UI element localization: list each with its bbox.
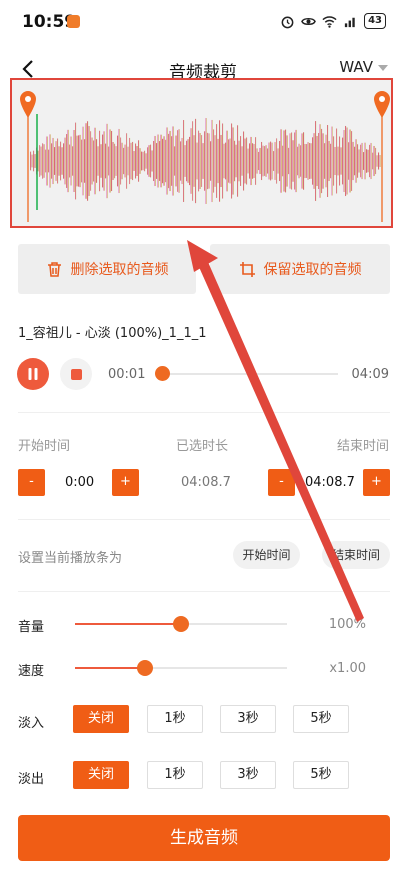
end-minus-button[interactable]: - [268, 469, 295, 496]
divider [18, 412, 390, 413]
set-progress-label: 设置当前播放条为 [18, 551, 123, 566]
current-time: 00:01 [108, 367, 146, 382]
fade-in-label: 淡入 [18, 716, 45, 731]
fade-out-option-off[interactable]: 关闭 [73, 761, 129, 789]
pause-button[interactable] [17, 358, 49, 390]
volume-fill [75, 623, 181, 625]
trash-icon [47, 261, 61, 277]
set-start-time-button[interactable]: 开始时间 [233, 541, 300, 569]
fade-out-option-5s[interactable]: 5秒 [293, 761, 349, 789]
stop-button[interactable] [60, 358, 92, 390]
end-plus-button[interactable]: + [363, 469, 390, 496]
fade-out-label: 淡出 [18, 772, 45, 787]
divider [18, 591, 390, 592]
end-time-value: 04:08.7 [305, 475, 355, 490]
caret-down-icon [378, 65, 388, 71]
signal-icon [344, 17, 355, 27]
generate-audio-button[interactable]: 生成音频 [18, 815, 390, 861]
volume-label: 音量 [18, 620, 45, 635]
alarm-icon [281, 16, 294, 28]
fade-in-option-1s[interactable]: 1秒 [147, 705, 203, 733]
fade-in-option-3s[interactable]: 3秒 [220, 705, 276, 733]
speed-fill [75, 667, 145, 669]
volume-thumb[interactable] [173, 616, 189, 632]
keep-selection-label: 保留选取的音频 [263, 262, 362, 278]
total-time: 04:09 [351, 367, 389, 382]
waveform-bars [30, 118, 381, 204]
set-end-time-button[interactable]: 结束时间 [322, 541, 390, 569]
app-notification-icon [67, 15, 80, 28]
volume-value: 100% [328, 617, 366, 632]
start-time-value: 0:00 [65, 475, 95, 490]
keep-selection-button[interactable]: 保留选取的音频 [210, 244, 390, 294]
waveform[interactable] [12, 80, 391, 226]
start-minus-button[interactable]: - [18, 469, 45, 496]
crop-icon [239, 261, 255, 277]
progress-thumb[interactable] [155, 366, 170, 381]
selected-duration-label: 已选时长 [176, 439, 229, 454]
status-icons: 43 [280, 13, 386, 29]
waveform-editor[interactable] [10, 78, 393, 228]
stop-icon [70, 368, 82, 380]
status-bar: 10:59 43 [0, 0, 406, 44]
start-time-label: 开始时间 [18, 439, 71, 454]
battery-icon: 43 [364, 13, 386, 29]
file-name: 1_容祖儿 - 心淡 (100%)_1_1_1 [18, 326, 207, 341]
progress-track[interactable] [163, 373, 338, 375]
selected-duration-value: 04:08.7 [181, 475, 231, 490]
fade-out-option-1s[interactable]: 1秒 [147, 761, 203, 789]
speed-track[interactable] [75, 667, 287, 669]
speed-thumb[interactable] [136, 660, 153, 676]
divider [18, 519, 390, 520]
speed-value: x1.00 [329, 661, 366, 676]
eye-icon [301, 17, 316, 25]
format-label: WAV [339, 58, 373, 76]
format-selector[interactable]: WAV [339, 58, 388, 76]
fade-in-option-off[interactable]: 关闭 [73, 705, 129, 733]
wifi-icon [322, 15, 337, 28]
start-plus-button[interactable]: + [112, 469, 139, 496]
delete-selection-label: 删除选取的音频 [70, 262, 169, 278]
delete-selection-button[interactable]: 删除选取的音频 [18, 244, 196, 294]
fade-in-option-5s[interactable]: 5秒 [293, 705, 349, 733]
end-time-label: 结束时间 [336, 439, 389, 454]
pause-icon [28, 368, 38, 380]
speed-label: 速度 [18, 664, 45, 679]
fade-out-option-3s[interactable]: 3秒 [220, 761, 276, 789]
end-handle[interactable] [374, 91, 390, 222]
